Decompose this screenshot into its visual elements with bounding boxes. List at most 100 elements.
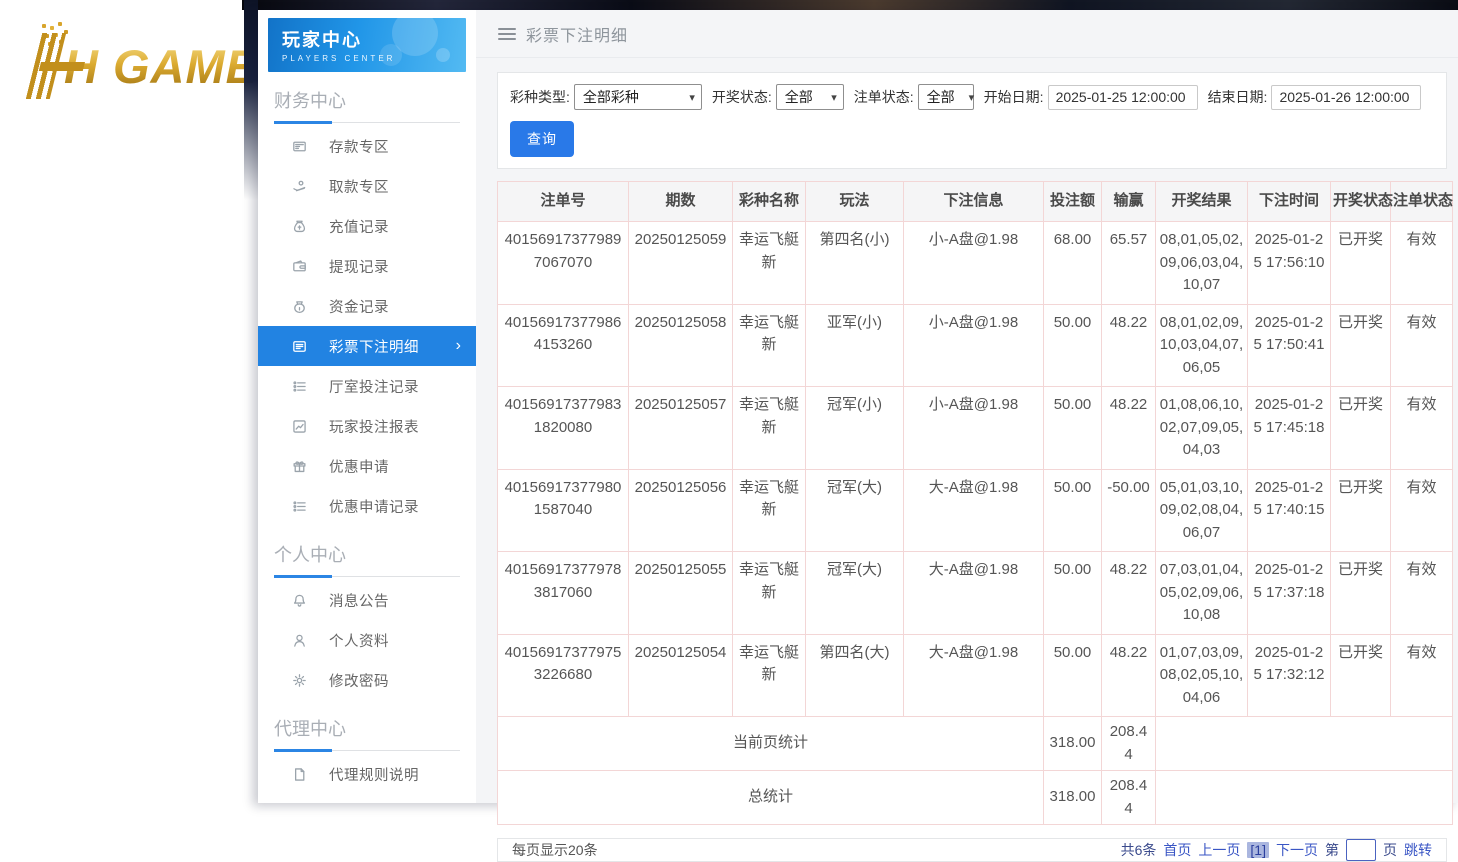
sidebar-section-label: 个人中心 bbox=[258, 526, 476, 567]
jump-suffix: 页 bbox=[1383, 840, 1397, 860]
topbar: 彩票下注明细 bbox=[476, 10, 1458, 58]
section-underline bbox=[274, 576, 460, 577]
sidebar-item-hall-bet-records[interactable]: 厅室投注记录 bbox=[258, 366, 476, 406]
sidebar-item-agent-rules[interactable]: 代理规则说明 bbox=[258, 754, 476, 794]
sidebar-item-player-bet-report[interactable]: 玩家投注报表 bbox=[258, 406, 476, 446]
sidebar-item-deposit-zone[interactable]: 存款专区 bbox=[258, 126, 476, 166]
order-status-select[interactable]: 全部 ▾ bbox=[918, 84, 974, 110]
table-cell: 50.00 bbox=[1044, 387, 1102, 470]
table-cell: 20250125057 bbox=[629, 387, 733, 470]
sidebar-item-label: 代理规则说明 bbox=[329, 764, 419, 785]
sidebar-item-change-password[interactable]: 修改密码 bbox=[258, 660, 476, 700]
table-cell: 冠军(大) bbox=[806, 469, 904, 552]
table-row: 40156917377989706707020250125059幸运飞艇新第四名… bbox=[498, 222, 1453, 305]
end-date-label: 结束日期: bbox=[1208, 87, 1268, 107]
sidebar-section-label: 财务中心 bbox=[258, 72, 476, 113]
sidebar-item-funds-records[interactable]: 资金记录 bbox=[258, 286, 476, 326]
column-header: 下注信息 bbox=[904, 182, 1044, 222]
pagination-bar: 每页显示20条 共6条 首页 上一页 [1] 下一页 第 页 跳转 bbox=[497, 838, 1447, 862]
gamepad-watermark bbox=[380, 44, 402, 66]
page-title: 彩票下注明细 bbox=[526, 22, 628, 46]
sidebar-item-promo-apply-records[interactable]: 优惠申请记录 bbox=[258, 486, 476, 526]
sidebar-item-profile[interactable]: 个人资料 bbox=[258, 620, 476, 660]
pagination-total: 共6条 bbox=[1121, 840, 1157, 860]
sidebar-item-lottery-bet-details[interactable]: 彩票下注明细› bbox=[258, 326, 476, 366]
sidebar-section: 财务中心存款专区取款专区充值记录提现记录资金记录彩票下注明细›厅室投注记录玩家投… bbox=[258, 72, 476, 526]
table-cell: 已开奖 bbox=[1331, 304, 1391, 387]
sidebar-item-recharge-records[interactable]: 充值记录 bbox=[258, 206, 476, 246]
summary-empty-cell bbox=[1156, 771, 1453, 825]
menu-icon[interactable] bbox=[498, 28, 516, 40]
table-cell: 第四名(小) bbox=[806, 222, 904, 305]
column-header: 注单号 bbox=[498, 182, 629, 222]
section-underline bbox=[274, 750, 460, 751]
table-cell: 401569173779864153260 bbox=[498, 304, 629, 387]
sidebar-item-agent-team-stats[interactable]: 代理团队统计 bbox=[258, 794, 476, 803]
draw-status-label: 开奖状态: bbox=[712, 87, 772, 107]
table-cell: 幸运飞艇新 bbox=[733, 222, 806, 305]
table-cell: 幸运飞艇新 bbox=[733, 304, 806, 387]
summary-label: 当前页统计 bbox=[498, 717, 1044, 771]
pagination-first[interactable]: 首页 bbox=[1163, 840, 1191, 860]
table-cell: 已开奖 bbox=[1331, 634, 1391, 717]
table-cell: 401569173779801587040 bbox=[498, 469, 629, 552]
report-chart-icon bbox=[292, 419, 308, 434]
end-date-input[interactable] bbox=[1271, 85, 1421, 110]
table-cell: 20250125055 bbox=[629, 552, 733, 635]
table-cell: 大-A盘@1.98 bbox=[904, 469, 1044, 552]
query-button[interactable]: 查询 bbox=[510, 121, 574, 157]
table-cell: 07,03,01,04,05,02,09,06,10,08 bbox=[1156, 552, 1248, 635]
banner-left-edge bbox=[244, 0, 258, 200]
pagination-prev[interactable]: 上一页 bbox=[1198, 840, 1240, 860]
table-row: 40156917377980158704020250125056幸运飞艇新冠军(… bbox=[498, 469, 1453, 552]
sidebar-section: 个人中心消息公告个人资料修改密码 bbox=[258, 526, 476, 700]
pagination-next[interactable]: 下一页 bbox=[1276, 840, 1318, 860]
table-cell: 50.00 bbox=[1044, 552, 1102, 635]
filter-panel: 彩种类型: 全部彩种 ▾ 开奖状态: 全部 ▾ 注单状态: 全部 ▾ 开始日期:… bbox=[497, 72, 1447, 169]
withdraw-hand-icon bbox=[292, 179, 308, 194]
table-cell: 第四名(大) bbox=[806, 634, 904, 717]
bet-details-table: 注单号期数彩种名称玩法下注信息投注额输赢开奖结果下注时间开奖状态注单状态4015… bbox=[497, 181, 1453, 825]
gift-icon bbox=[292, 459, 308, 474]
brand-logo: H GAME bbox=[8, 20, 258, 112]
sidebar-item-label: 玩家投注报表 bbox=[329, 416, 419, 437]
table-cell: 有效 bbox=[1391, 387, 1453, 470]
table-cell: 已开奖 bbox=[1331, 469, 1391, 552]
table-cell: 已开奖 bbox=[1331, 387, 1391, 470]
bet-detail-card-icon bbox=[292, 339, 308, 354]
pagination-jump-button[interactable]: 跳转 bbox=[1404, 840, 1432, 860]
total-summary-row: 总统计318.00208.44 bbox=[498, 771, 1453, 825]
lottery-type-value: 全部彩种 bbox=[583, 87, 639, 107]
section-underline bbox=[274, 122, 460, 123]
table-row: 40156917377983182008020250125057幸运飞艇新冠军(… bbox=[498, 387, 1453, 470]
bet-details-table-card: 注单号期数彩种名称玩法下注信息投注额输赢开奖结果下注时间开奖状态注单状态4015… bbox=[497, 181, 1447, 825]
table-cell: 2025-01-25 17:37:18 bbox=[1248, 552, 1331, 635]
sidebar-item-label: 消息公告 bbox=[329, 590, 389, 611]
sidebar-item-withdrawal-records[interactable]: 提现记录 bbox=[258, 246, 476, 286]
sidebar-item-label: 优惠申请记录 bbox=[329, 496, 419, 517]
sidebar-item-label: 存款专区 bbox=[329, 136, 389, 157]
sidebar-section-label: 代理中心 bbox=[258, 700, 476, 741]
sidebar-item-notice[interactable]: 消息公告 bbox=[258, 580, 476, 620]
summary-label: 总统计 bbox=[498, 771, 1044, 825]
pagination-current-page[interactable]: [1] bbox=[1247, 842, 1269, 858]
lottery-type-select[interactable]: 全部彩种 ▾ bbox=[574, 84, 702, 110]
sidebar-item-label: 彩票下注明细 bbox=[329, 336, 419, 357]
table-cell: 亚军(小) bbox=[806, 304, 904, 387]
document-icon bbox=[292, 767, 308, 782]
draw-status-select[interactable]: 全部 ▾ bbox=[776, 84, 844, 110]
start-date-input[interactable] bbox=[1048, 85, 1198, 110]
sidebar-item-withdraw-zone[interactable]: 取款专区 bbox=[258, 166, 476, 206]
table-cell: 01,07,03,09,08,02,05,10,04,06 bbox=[1156, 634, 1248, 717]
sidebar-item-label: 优惠申请 bbox=[329, 456, 389, 477]
sidebar-item-label: 取款专区 bbox=[329, 176, 389, 197]
sidebar-nav: 财务中心存款专区取款专区充值记录提现记录资金记录彩票下注明细›厅室投注记录玩家投… bbox=[258, 72, 476, 803]
draw-status-value: 全部 bbox=[785, 87, 813, 107]
sidebar-item-promo-apply[interactable]: 优惠申请 bbox=[258, 446, 476, 486]
chevron-down-icon: ▾ bbox=[831, 91, 837, 104]
table-cell: 有效 bbox=[1391, 304, 1453, 387]
table-cell: 20250125058 bbox=[629, 304, 733, 387]
page-jump-input[interactable] bbox=[1346, 839, 1376, 861]
table-cell: 有效 bbox=[1391, 222, 1453, 305]
table-cell: 401569173779753226680 bbox=[498, 634, 629, 717]
